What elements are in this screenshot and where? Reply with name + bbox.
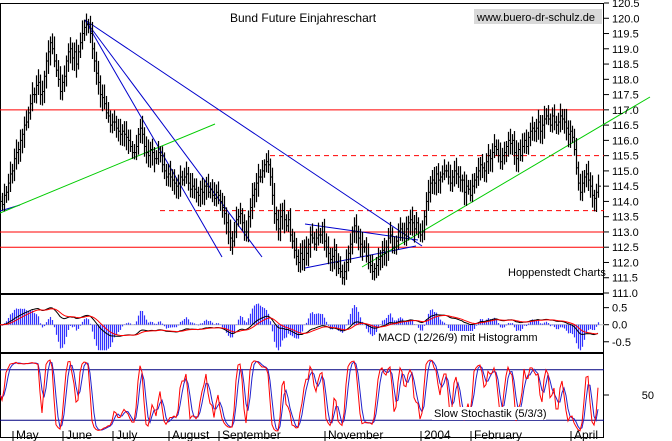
price-tick-label: 116.0 [612, 135, 639, 147]
bund-future-chart: 120.5 120.0 119.5 119.0 118.5 118.0 117.5 117.0… [0, 0, 672, 441]
macd-label: MACD (12/26/9) mit Histogramm [378, 332, 538, 344]
price-tick-label: 120.0 [612, 13, 640, 25]
price-tick-label: 113.0 [612, 227, 639, 239]
x-axis-label: November [328, 428, 383, 441]
website-label: www.buero-dr-schulz.de [476, 12, 595, 24]
x-axis-label: April [574, 428, 598, 441]
price-tick-label: 113.5 [612, 212, 639, 224]
stochastic-label: Slow Stochastik (5/3/3) [434, 408, 547, 420]
price-tick-label: 117.5 [612, 90, 639, 102]
price-tick-label: 119.5 [612, 29, 639, 41]
macd-tick-label: -0.5 [612, 337, 631, 349]
x-axis-label: May [16, 428, 39, 441]
price-tick-label: 112.0 [612, 257, 639, 269]
x-axis-label: 2004 [424, 428, 451, 441]
price-tick-label: 118.5 [612, 59, 639, 71]
price-tick-label: 114.0 [612, 196, 639, 208]
price-tick-label: 118.0 [612, 74, 639, 86]
price-tick-label: 111.5 [612, 273, 638, 285]
chart-background [0, 0, 672, 441]
x-axis-label: September [222, 428, 281, 441]
price-tick-label: 114.5 [612, 181, 639, 193]
stochastic-tick-label: 50 [642, 390, 654, 402]
price-tick-label: 117.0 [612, 105, 639, 117]
price-tick-label: 111.0 [612, 288, 638, 300]
x-axis-label: June [66, 428, 92, 441]
price-tick-label: 119.0 [612, 44, 639, 56]
source-label: Hoppenstedt Charts [508, 267, 606, 279]
x-axis-label: February [474, 428, 522, 441]
price-tick-label: 120.5 [612, 0, 640, 10]
chart-title: Bund Future Einjahreschart [230, 11, 377, 25]
price-tick-label: 112.5 [612, 242, 639, 254]
price-tick-label: 115.0 [612, 166, 639, 178]
macd-tick-label: 0.0 [612, 320, 627, 332]
x-axis-label: July [116, 428, 137, 441]
price-tick-label: 116.5 [612, 120, 639, 132]
price-tick-label: 115.5 [612, 151, 639, 163]
x-axis-label: August [172, 428, 210, 441]
macd-tick-label: 0.5 [612, 303, 627, 315]
